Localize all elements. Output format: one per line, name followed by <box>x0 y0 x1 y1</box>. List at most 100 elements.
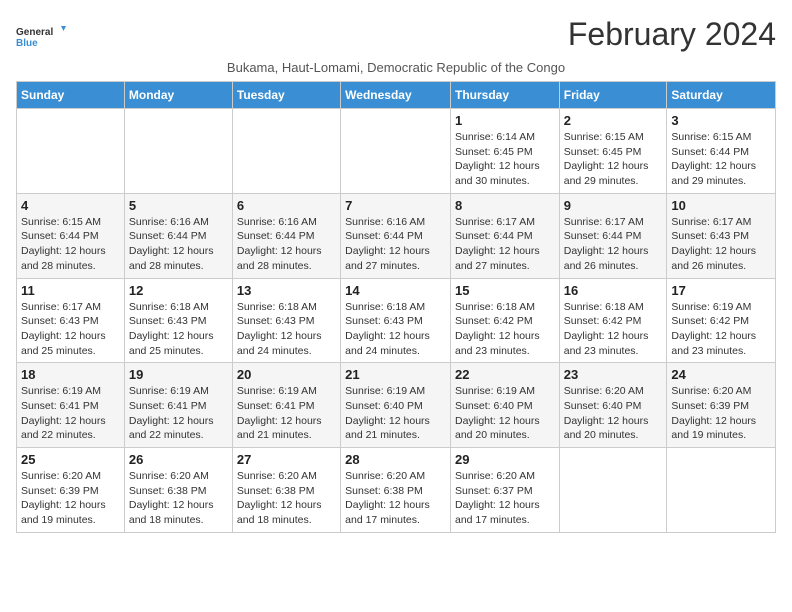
day-cell <box>341 109 451 194</box>
day-number: 5 <box>129 198 228 213</box>
day-cell: 4Sunrise: 6:15 AM Sunset: 6:44 PM Daylig… <box>17 193 125 278</box>
day-info: Sunrise: 6:17 AM Sunset: 6:43 PM Dayligh… <box>21 300 120 359</box>
day-number: 24 <box>671 367 771 382</box>
day-number: 27 <box>237 452 336 467</box>
day-cell <box>232 109 340 194</box>
title-area: February 2024 <box>568 16 776 53</box>
day-cell: 3Sunrise: 6:15 AM Sunset: 6:44 PM Daylig… <box>667 109 776 194</box>
day-info: Sunrise: 6:20 AM Sunset: 6:38 PM Dayligh… <box>129 469 228 528</box>
col-header-saturday: Saturday <box>667 82 776 109</box>
day-number: 28 <box>345 452 446 467</box>
day-number: 16 <box>564 283 663 298</box>
day-number: 29 <box>455 452 555 467</box>
week-row-4: 18 Sunrise: 6:19 AM Sunset: 6:41 PM Dayli… <box>17 363 776 448</box>
day-number: 10 <box>671 198 771 213</box>
day-info: Sunrise: 6:17 AM Sunset: 6:44 PM Dayligh… <box>564 215 663 274</box>
day-info: Sunrise: 6:20 AM Sunset: 6:39 PM Dayligh… <box>21 469 120 528</box>
day-info: Sunrise: 6:19 AM Sunset: 6:42 PM Dayligh… <box>671 300 771 359</box>
day-cell <box>17 109 125 194</box>
day-info: Sunrise: 6:20 AM Sunset: 6:38 PM Dayligh… <box>345 469 446 528</box>
day-cell <box>559 448 667 533</box>
day-cell: 23 Sunrise: 6:20 AM Sunset: 6:40 PM Dayli… <box>559 363 667 448</box>
day-number: 17 <box>671 283 771 298</box>
day-cell <box>667 448 776 533</box>
day-number: 23 <box>564 367 663 382</box>
day-cell: 24 Sunrise: 6:20 AM Sunset: 6:39 PM Dayli… <box>667 363 776 448</box>
day-info: Sunrise: 6:16 AM Sunset: 6:44 PM Dayligh… <box>237 215 336 274</box>
month-year-title: February 2024 <box>568 16 776 53</box>
day-number: 22 <box>455 367 555 382</box>
day-cell: 22Sunrise: 6:19 AM Sunset: 6:40 PM Dayli… <box>450 363 559 448</box>
day-cell: 25 Sunrise: 6:20 AM Sunset: 6:39 PM Dayli… <box>17 448 125 533</box>
day-cell: 2 Sunrise: 6:15 AM Sunset: 6:45 PM Daylig… <box>559 109 667 194</box>
day-cell: 15Sunrise: 6:18 AM Sunset: 6:42 PM Dayli… <box>450 278 559 363</box>
day-cell: 10 Sunrise: 6:17 AM Sunset: 6:43 PM Dayli… <box>667 193 776 278</box>
calendar-header-row: SundayMondayTuesdayWednesdayThursdayFrid… <box>17 82 776 109</box>
location-subtitle: Bukama, Haut-Lomami, Democratic Republic… <box>16 60 776 75</box>
day-number: 6 <box>237 198 336 213</box>
day-number: 20 <box>237 367 336 382</box>
day-number: 12 <box>129 283 228 298</box>
col-header-friday: Friday <box>559 82 667 109</box>
col-header-thursday: Thursday <box>450 82 559 109</box>
day-info: Sunrise: 6:20 AM Sunset: 6:39 PM Dayligh… <box>671 384 771 443</box>
logo: General Blue <box>16 16 66 56</box>
col-header-sunday: Sunday <box>17 82 125 109</box>
week-row-2: 4Sunrise: 6:15 AM Sunset: 6:44 PM Daylig… <box>17 193 776 278</box>
day-number: 9 <box>564 198 663 213</box>
day-cell: 11 Sunrise: 6:17 AM Sunset: 6:43 PM Dayli… <box>17 278 125 363</box>
day-cell: 7Sunrise: 6:16 AM Sunset: 6:44 PM Daylig… <box>341 193 451 278</box>
day-info: Sunrise: 6:20 AM Sunset: 6:37 PM Dayligh… <box>455 469 555 528</box>
day-cell: 13 Sunrise: 6:18 AM Sunset: 6:43 PM Dayli… <box>232 278 340 363</box>
day-info: Sunrise: 6:19 AM Sunset: 6:40 PM Dayligh… <box>345 384 446 443</box>
day-number: 13 <box>237 283 336 298</box>
day-info: Sunrise: 6:15 AM Sunset: 6:44 PM Dayligh… <box>671 130 771 189</box>
day-cell: 20 Sunrise: 6:19 AM Sunset: 6:41 PM Dayli… <box>232 363 340 448</box>
day-info: Sunrise: 6:15 AM Sunset: 6:45 PM Dayligh… <box>564 130 663 189</box>
day-cell: 14 Sunrise: 6:18 AM Sunset: 6:43 PM Dayli… <box>341 278 451 363</box>
day-cell: 9 Sunrise: 6:17 AM Sunset: 6:44 PM Daylig… <box>559 193 667 278</box>
calendar-table: SundayMondayTuesdayWednesdayThursdayFrid… <box>16 81 776 533</box>
day-info: Sunrise: 6:19 AM Sunset: 6:41 PM Dayligh… <box>129 384 228 443</box>
day-number: 4 <box>21 198 120 213</box>
day-cell: 8Sunrise: 6:17 AM Sunset: 6:44 PM Daylig… <box>450 193 559 278</box>
day-number: 21 <box>345 367 446 382</box>
day-info: Sunrise: 6:18 AM Sunset: 6:43 PM Dayligh… <box>237 300 336 359</box>
day-info: Sunrise: 6:18 AM Sunset: 6:42 PM Dayligh… <box>564 300 663 359</box>
day-number: 15 <box>455 283 555 298</box>
day-cell: 28 Sunrise: 6:20 AM Sunset: 6:38 PM Dayli… <box>341 448 451 533</box>
day-number: 14 <box>345 283 446 298</box>
week-row-3: 11 Sunrise: 6:17 AM Sunset: 6:43 PM Dayli… <box>17 278 776 363</box>
page-header: General Blue February 2024 <box>16 16 776 56</box>
day-info: Sunrise: 6:18 AM Sunset: 6:43 PM Dayligh… <box>345 300 446 359</box>
day-info: Sunrise: 6:19 AM Sunset: 6:41 PM Dayligh… <box>21 384 120 443</box>
logo-svg: General Blue <box>16 16 66 56</box>
day-cell: 17 Sunrise: 6:19 AM Sunset: 6:42 PM Dayli… <box>667 278 776 363</box>
day-cell: 27 Sunrise: 6:20 AM Sunset: 6:38 PM Dayli… <box>232 448 340 533</box>
day-number: 25 <box>21 452 120 467</box>
day-info: Sunrise: 6:16 AM Sunset: 6:44 PM Dayligh… <box>129 215 228 274</box>
day-number: 19 <box>129 367 228 382</box>
day-cell: 12 Sunrise: 6:18 AM Sunset: 6:43 PM Dayli… <box>124 278 232 363</box>
day-cell: 18 Sunrise: 6:19 AM Sunset: 6:41 PM Dayli… <box>17 363 125 448</box>
svg-text:Blue: Blue <box>16 38 38 49</box>
day-number: 26 <box>129 452 228 467</box>
week-row-1: 1 Sunrise: 6:14 AM Sunset: 6:45 PM Daylig… <box>17 109 776 194</box>
col-header-wednesday: Wednesday <box>341 82 451 109</box>
col-header-monday: Monday <box>124 82 232 109</box>
day-info: Sunrise: 6:18 AM Sunset: 6:43 PM Dayligh… <box>129 300 228 359</box>
day-cell: 21 Sunrise: 6:19 AM Sunset: 6:40 PM Dayli… <box>341 363 451 448</box>
day-number: 1 <box>455 113 555 128</box>
day-number: 8 <box>455 198 555 213</box>
day-number: 11 <box>21 283 120 298</box>
day-cell: 6 Sunrise: 6:16 AM Sunset: 6:44 PM Daylig… <box>232 193 340 278</box>
day-number: 18 <box>21 367 120 382</box>
day-info: Sunrise: 6:17 AM Sunset: 6:43 PM Dayligh… <box>671 215 771 274</box>
day-info: Sunrise: 6:20 AM Sunset: 6:38 PM Dayligh… <box>237 469 336 528</box>
day-info: Sunrise: 6:14 AM Sunset: 6:45 PM Dayligh… <box>455 130 555 189</box>
day-info: Sunrise: 6:19 AM Sunset: 6:41 PM Dayligh… <box>237 384 336 443</box>
day-number: 2 <box>564 113 663 128</box>
col-header-tuesday: Tuesday <box>232 82 340 109</box>
day-info: Sunrise: 6:16 AM Sunset: 6:44 PM Dayligh… <box>345 215 446 274</box>
day-info: Sunrise: 6:20 AM Sunset: 6:40 PM Dayligh… <box>564 384 663 443</box>
